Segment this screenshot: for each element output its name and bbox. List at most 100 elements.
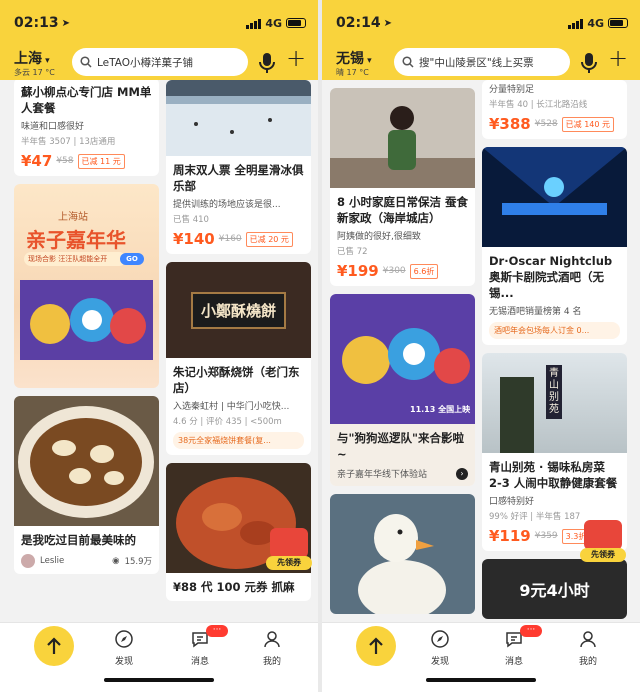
coupon-button[interactable]: 先领券 xyxy=(266,520,312,574)
ktv-sign: 9元4小时 xyxy=(519,581,590,600)
deal-card[interactable]: 分量特别足 半年售 40 | 长江北路沿线 ¥388 ¥528 已减 140 元 xyxy=(482,80,627,139)
deal-price: ¥140 xyxy=(173,230,215,248)
add-icon[interactable]: + xyxy=(608,46,628,70)
person-icon xyxy=(580,631,596,648)
search-placeholder: 搜"中山陵景区"线上买票 xyxy=(419,56,534,69)
tab-label: 消息 xyxy=(190,657,209,667)
scroll-top-button[interactable] xyxy=(356,626,396,666)
tab-label: 我的 xyxy=(578,657,597,667)
deal-old-price: ¥58 xyxy=(56,156,74,166)
watermark: @ 日报 xyxy=(602,680,636,691)
poster-date: 11.13 全国上映 xyxy=(410,405,471,414)
deal-card[interactable]: 8 小时家庭日常保洁 蚕食新家政（海岸城店） 阿姨做的很好,很细致 已售 72 … xyxy=(330,88,475,286)
banner-go-button[interactable]: GO xyxy=(120,253,144,265)
deal-review: 分量特别足 xyxy=(489,85,535,95)
clock: 02:13 xyxy=(14,15,59,31)
location-arrow-icon: ➤ xyxy=(61,17,70,29)
deal-meta: 已售 410 xyxy=(173,215,209,225)
tab-mine[interactable]: 我的 xyxy=(242,623,302,667)
coupon-button[interactable]: 先领券 xyxy=(580,512,626,566)
deal-price: ¥388 xyxy=(489,115,531,133)
event-title: 与"狗狗巡逻队"来合影啦~ xyxy=(337,431,464,461)
deal-old-price: ¥160 xyxy=(218,234,242,244)
bar-card[interactable]: Dr·Oscar Nightclub 奥斯卡剧院式酒吧（无锡... 无锡酒吧销量… xyxy=(482,147,627,345)
deal-title: 蘇小柳点心专门店 MM单人套餐 xyxy=(21,85,152,115)
unread-badge: ··· xyxy=(520,625,542,637)
clock: 02:14 xyxy=(336,15,381,31)
discount-tag: 6.6折 xyxy=(409,263,439,279)
feed-column-left: 8 小时家庭日常保洁 蚕食新家政（海岸城店） 阿姨做的很好,很细致 已售 72 … xyxy=(330,88,475,622)
microphone-icon[interactable] xyxy=(580,52,598,74)
deal-old-price: ¥300 xyxy=(382,266,406,276)
home-indicator[interactable] xyxy=(426,678,536,682)
view-count: 15.9万 xyxy=(124,557,152,567)
discount-tag: 已减 140 元 xyxy=(561,116,615,132)
shop-sign-photo: 小鄭酥燒餅 xyxy=(166,262,311,358)
weather-label: 多云 17 °C xyxy=(14,68,55,77)
tab-label: 消息 xyxy=(504,657,523,667)
unread-badge: ··· xyxy=(206,625,228,637)
photo-card[interactable] xyxy=(330,494,475,614)
chevron-down-icon: ▾ xyxy=(42,56,50,66)
shop-title: 朱记小郑酥烧饼（老门东店） xyxy=(173,365,300,395)
deal-card[interactable]: 蘇小柳点心专门店 MM单人套餐 味道和口感很好 半年售 3507 | 13店通用… xyxy=(14,80,159,176)
header-bar: 02:14 ➤ 4G 无锡 ▾ 晴 17 °C 搜"中山陵景区"线上买票 + xyxy=(322,0,640,80)
deal-title: ¥88 代 100 元券 抓麻 xyxy=(173,580,295,594)
home-indicator[interactable] xyxy=(104,678,214,682)
shop-meta: 4.6 分 | 评价 435 | <500m xyxy=(173,417,282,427)
housekeeping-photo xyxy=(330,88,475,188)
avatar xyxy=(21,554,35,568)
signal-icon xyxy=(246,18,262,29)
city-selector[interactable]: 上海 ▾ xyxy=(14,48,50,68)
deal-card[interactable]: 9元4小时 xyxy=(482,559,627,619)
note-title: 是我吃过目前最美味的 xyxy=(21,533,136,547)
status-bar: 02:13 ➤ 4G xyxy=(14,14,306,32)
add-icon[interactable]: + xyxy=(286,46,306,70)
event-card[interactable]: 11.13 全国上映 与"狗狗巡逻队"来合影啦~ 亲子嘉年华线下体验站 › xyxy=(330,294,475,486)
feed[interactable]: 8 小时家庭日常保洁 蚕食新家政（海岸城店） 阿姨做的很好,很细致 已售 72 … xyxy=(322,80,640,622)
event-banner-card[interactable]: 上海站 亲子嘉年华 现场合影 汪汪队超能全开 GO xyxy=(14,184,159,388)
compass-icon xyxy=(431,630,449,648)
arrow-up-icon xyxy=(47,637,61,654)
deal-price: ¥47 xyxy=(21,152,53,170)
scroll-top-button[interactable] xyxy=(34,626,74,666)
tab-label: 发现 xyxy=(114,657,133,667)
battery-icon xyxy=(286,18,306,28)
nightclub-stage-photo xyxy=(482,147,627,247)
note-card[interactable]: 是我吃过目前最美味的 Leslie ◉ 15.9万 xyxy=(14,396,159,574)
deal-review: 口感特别好 xyxy=(489,497,535,507)
tab-mine[interactable]: 我的 xyxy=(558,623,618,667)
shop-card[interactable]: 小鄭酥燒餅 朱记小郑酥烧饼（老门东店） 入选秦虹村 | 中华门小吃快... 4.… xyxy=(166,262,311,455)
location-arrow-icon: ➤ xyxy=(383,17,392,29)
promo-label: 酒吧年会包场每人订金 0... xyxy=(489,322,620,339)
deal-old-price: ¥528 xyxy=(534,119,558,129)
header-bar: 02:13 ➤ 4G 上海 ▾ 多云 17 °C LeTAO小樽洋菓子铺 + xyxy=(0,0,318,80)
network-type: 4G xyxy=(587,16,604,30)
tab-messages[interactable]: ··· 消息 xyxy=(484,623,544,667)
deal-card[interactable]: 周末双人票 全明星滑冰俱乐部 提供训练的场地应该是很... 已售 410 ¥14… xyxy=(166,80,311,254)
search-placeholder: LeTAO小樽洋菓子铺 xyxy=(97,56,193,69)
deal-old-price: ¥359 xyxy=(534,531,558,541)
duck-photo xyxy=(330,494,475,614)
shop-sign: 小鄭酥燒餅 xyxy=(190,291,286,329)
arrow-right-icon[interactable]: › xyxy=(456,467,468,480)
restaurant-photo: 青山别苑 xyxy=(482,353,627,453)
discount-tag: 已减 11 元 xyxy=(77,153,125,169)
signal-icon xyxy=(568,18,584,29)
weather-label: 晴 17 °C xyxy=(336,68,369,77)
chevron-down-icon: ▾ xyxy=(364,56,372,66)
tab-messages[interactable]: ··· 消息 xyxy=(170,623,230,667)
microphone-icon[interactable] xyxy=(258,52,276,74)
deal-price: ¥199 xyxy=(337,262,379,280)
search-input[interactable]: LeTAO小樽洋菓子铺 xyxy=(72,48,248,76)
deal-title: 青山别苑 · 锡味私房菜 2-3 人闹中取静健康套餐 xyxy=(489,460,618,490)
search-input[interactable]: 搜"中山陵景区"线上买票 xyxy=(394,48,570,76)
feed[interactable]: 蘇小柳点心专门店 MM单人套餐 味道和口感很好 半年售 3507 | 13店通用… xyxy=(0,80,318,622)
tab-discover[interactable]: 发现 xyxy=(410,623,470,667)
network-type: 4G xyxy=(265,16,282,30)
city-selector[interactable]: 无锡 ▾ xyxy=(336,48,372,68)
deal-review: 阿姨做的很好,很细致 xyxy=(337,232,421,242)
deal-meta: 半年售 3507 | 13店通用 xyxy=(21,137,116,147)
phone-screen-wuxi: 02:14 ➤ 4G 无锡 ▾ 晴 17 °C 搜"中山陵景区"线上买票 + 8… xyxy=(322,0,640,692)
tab-discover[interactable]: 发现 xyxy=(94,623,154,667)
